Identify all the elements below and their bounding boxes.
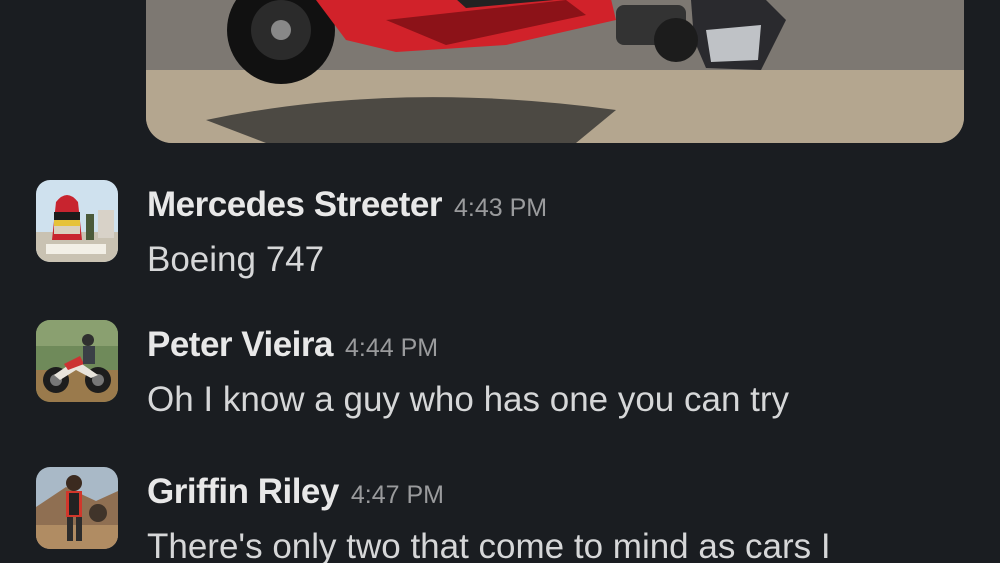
motorcycle-photo-icon	[146, 0, 964, 143]
image-attachment[interactable]	[146, 0, 964, 143]
message-header: Griffin Riley 4:47 PM	[147, 472, 444, 512]
message-text: Oh I know a guy who has one you can try	[147, 380, 790, 419]
message-header: Mercedes Streeter 4:43 PM	[147, 185, 547, 225]
message-text: There's only two that come to mind as ca…	[147, 527, 831, 563]
sender-name[interactable]: Peter Vieira	[147, 325, 334, 365]
message-text: Boeing 747	[147, 240, 325, 279]
chat-screen: Mercedes Streeter 4:43 PM Boeing 747 Pet…	[0, 0, 1000, 563]
sender-name[interactable]: Griffin Riley	[147, 472, 339, 512]
message-timestamp[interactable]: 4:47 PM	[351, 481, 444, 510]
message-timestamp[interactable]: 4:43 PM	[454, 194, 547, 223]
avatar[interactable]	[36, 180, 118, 262]
lighthouse-buoy-photo-icon	[36, 180, 118, 262]
message-timestamp[interactable]: 4:44 PM	[345, 334, 438, 363]
person-outdoors-photo-icon	[36, 467, 118, 549]
avatar[interactable]	[36, 320, 118, 402]
dirt-bike-photo-icon	[36, 320, 118, 402]
avatar[interactable]	[36, 467, 118, 549]
message-header: Peter Vieira 4:44 PM	[147, 325, 438, 365]
sender-name[interactable]: Mercedes Streeter	[147, 185, 443, 225]
